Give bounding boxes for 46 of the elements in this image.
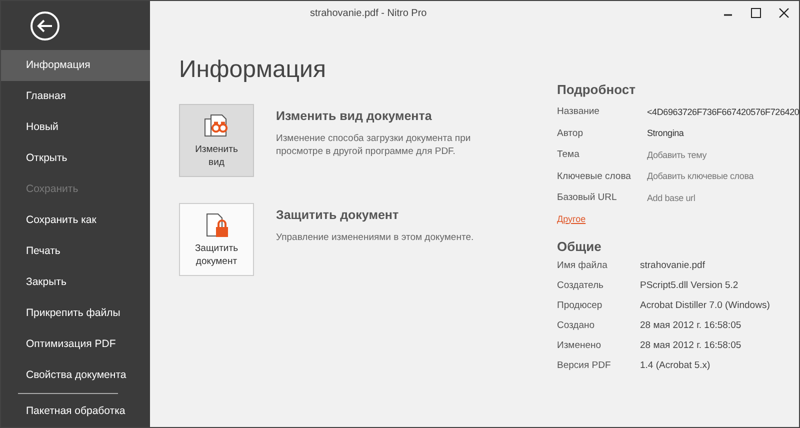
property-value: 28 мая 2012 г. 16:58:05: [640, 320, 742, 331]
action-description: Управление изменениями в этом документе.: [276, 231, 475, 244]
property-label: Версия PDF: [557, 360, 612, 371]
property-value: 1.4 (Acrobat 5.x): [640, 360, 710, 371]
property-value: Strongina: [647, 128, 684, 138]
property-value: 28 мая 2012 г. 16:58:05: [640, 340, 742, 351]
property-label: Создатель: [557, 280, 605, 291]
sidebar-item[interactable]: Новый: [1, 112, 150, 144]
property-value: strahovanie.pdf: [640, 260, 705, 271]
property-value: <4D6963726F736F667420576F726420: [647, 106, 799, 117]
sidebar-item[interactable]: Закрыть: [1, 267, 150, 298]
property-field[interactable]: Add base url: [647, 192, 696, 203]
sidebar-item[interactable]: Открыть: [1, 143, 150, 174]
section-heading: Общие: [557, 238, 602, 254]
sidebar-item[interactable]: Информация: [1, 50, 150, 82]
property-label: Автор: [557, 128, 584, 139]
property-label: Имя файла: [557, 260, 608, 271]
property-value: Acrobat Distiller 7.0 (Windows): [640, 300, 770, 311]
sidebar-item[interactable]: Печать: [1, 236, 150, 268]
section-heading: Подробност: [557, 82, 636, 97]
close-icon[interactable]: [779, 8, 789, 18]
window-title: strahovanie.pdf - Nitro Pro: [310, 8, 427, 18]
document-lock-icon: [204, 212, 228, 240]
sidebar-item[interactable]: Свойства документа: [1, 360, 150, 392]
property-field[interactable]: Добавить ключевые слова: [647, 171, 754, 182]
page-title: Информация: [179, 56, 327, 84]
property-label: Тема: [557, 149, 580, 160]
property-value: PScript5.dll Version 5.2: [640, 280, 738, 291]
action-title: Защитить документ: [276, 208, 400, 222]
sidebar-item[interactable]: Прикрепить файлы: [1, 298, 150, 330]
sidebar-item[interactable]: Оптимизация PDF: [1, 329, 150, 360]
maximize-icon[interactable]: [751, 8, 761, 18]
action-title: Изменить вид документа: [276, 109, 433, 123]
property-label: Ключевые слова: [557, 170, 632, 182]
property-label: Название: [557, 106, 600, 118]
property-label: Базовый URL: [557, 192, 618, 204]
property-label: Создано: [557, 320, 596, 331]
action-button[interactable]: Изменить вид: [179, 104, 254, 177]
sidebar-item[interactable]: Сохранить как: [1, 205, 150, 236]
action-description: Изменение способа загрузки документа при просмотре в другой программе для PDF.: [276, 132, 472, 158]
property-field[interactable]: Добавить тему: [647, 150, 706, 160]
action-button[interactable]: Защитить документ: [179, 203, 254, 276]
property-label: Изменено: [557, 340, 602, 351]
property-label: Продюсер: [557, 300, 604, 311]
sidebar-item[interactable]: Пакетная обработка: [1, 396, 150, 427]
sidebar-item[interactable]: Главная: [1, 81, 150, 112]
